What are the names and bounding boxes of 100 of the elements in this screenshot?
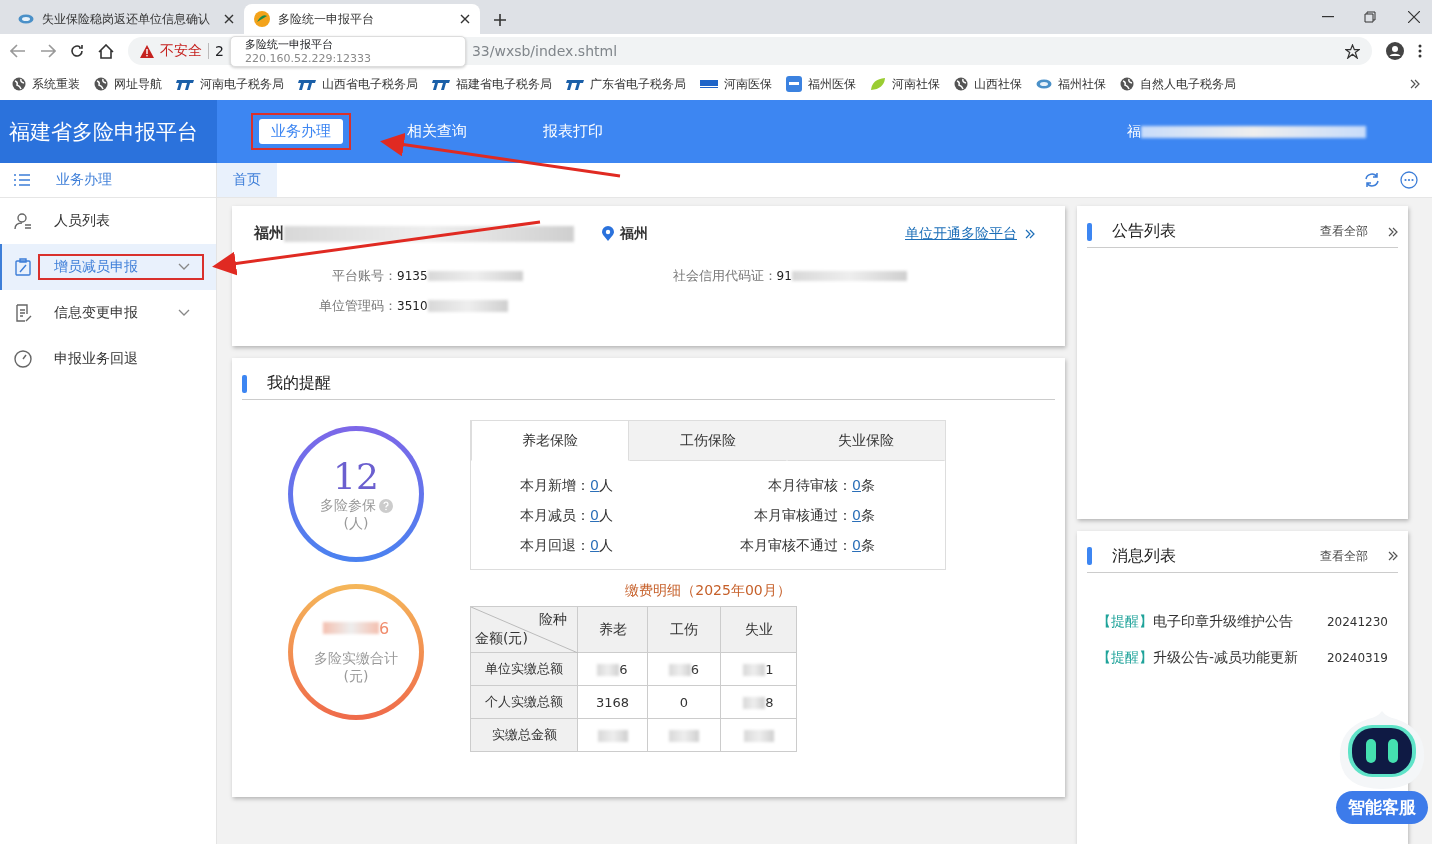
message-title[interactable]: 升级公告-减员功能更新: [1153, 648, 1327, 667]
stat-value[interactable]: 0: [852, 477, 861, 495]
view-all-link[interactable]: 查看全部: [1320, 223, 1368, 240]
sidebar-item[interactable]: 信息变更申报: [0, 290, 216, 336]
nav-tab[interactable]: 业务办理: [259, 119, 343, 144]
city-name: 福州: [620, 224, 648, 243]
stat-value[interactable]: 0: [852, 507, 861, 525]
chevron-down-icon: [178, 263, 190, 271]
sidebar-label: 申报业务回退: [54, 350, 138, 368]
bookmark[interactable]: 河南医保: [724, 75, 772, 93]
stat-label: 本月待审核：: [768, 477, 853, 495]
bookmark[interactable]: 福州社保: [1058, 75, 1106, 93]
insurance-tab[interactable]: 工伤保险: [629, 421, 787, 461]
sidebar-item[interactable]: 申报业务回退: [0, 336, 216, 382]
globe-icon: [954, 77, 968, 91]
account-icon[interactable]: [1386, 42, 1404, 60]
bookmark[interactable]: 网址导航: [114, 75, 162, 93]
browser-tab[interactable]: 失业保险稳岗返还单位信息确认: [8, 4, 244, 34]
field-value: 91: [776, 269, 792, 283]
close-icon[interactable]: [460, 14, 470, 24]
location-pin-icon: [602, 226, 614, 241]
more-icon[interactable]: [1400, 171, 1418, 189]
forward-icon[interactable]: [40, 44, 56, 58]
table-cell: 6: [619, 661, 628, 677]
stat-unit: 条: [861, 507, 875, 525]
card-title: 消息列表: [1112, 545, 1177, 567]
restore-icon[interactable]: [1364, 11, 1376, 23]
leaf-icon: [870, 77, 886, 91]
stat-unit: 条: [861, 477, 875, 495]
message-tag: 【提醒】: [1097, 648, 1153, 667]
refresh-icon[interactable]: [1364, 172, 1380, 188]
stat-unit: 人: [599, 477, 613, 495]
insurance-logo-icon: [786, 76, 802, 92]
bookmark[interactable]: 系统重装: [32, 75, 80, 93]
header-label: 金额(元): [475, 630, 528, 648]
bookmark[interactable]: 河南电子税务局: [200, 75, 284, 93]
stat-unit: 人: [599, 507, 613, 525]
nav-tab[interactable]: 报表打印: [531, 119, 615, 144]
bookmark[interactable]: 广东省电子税务局: [590, 75, 686, 93]
bookmark[interactable]: 河南社保: [892, 75, 940, 93]
message-tag: 【提醒】: [1097, 612, 1153, 631]
bookmark[interactable]: 福州医保: [808, 75, 856, 93]
message-title[interactable]: 电子印章升级维护公告: [1153, 612, 1327, 631]
sidebar-item[interactable]: 人员列表: [0, 198, 216, 244]
reload-icon[interactable]: [70, 44, 84, 58]
site-logo-icon: [254, 11, 270, 27]
view-all-link[interactable]: 查看全部: [1320, 547, 1368, 565]
blurred-area: [322, 622, 379, 634]
field-label: 社会信用代码证：: [672, 267, 777, 285]
stat-value[interactable]: 0: [590, 507, 599, 525]
ring-unit: (元): [343, 667, 369, 686]
table-cell: 3168: [595, 694, 630, 710]
ring-label: 多险实缴合计: [314, 649, 398, 668]
ring-label: 多险参保: [319, 496, 376, 515]
nav-tab[interactable]: 相关查询: [395, 119, 479, 144]
message-date: 20241230: [1326, 614, 1388, 629]
close-icon[interactable]: [224, 14, 234, 24]
home-icon[interactable]: [98, 43, 114, 59]
stat-value[interactable]: 0: [590, 477, 599, 495]
tab-title: 多险统一申报平台: [278, 10, 375, 28]
minimize-icon[interactable]: [1322, 16, 1334, 18]
double-chevron-icon: [1025, 228, 1035, 239]
message-date: 20240319: [1326, 650, 1388, 665]
bookmark[interactable]: 自然人电子税务局: [1140, 75, 1236, 93]
stat-label: 本月审核通过：: [754, 507, 853, 525]
double-chevron-icon: [1388, 551, 1398, 561]
table-row-header: 个人实缴总额: [470, 685, 578, 719]
field-value: 3510: [397, 299, 428, 313]
back-icon[interactable]: [10, 44, 26, 58]
bookmark[interactable]: 福建省电子税务局: [456, 75, 552, 93]
close-icon[interactable]: [1408, 11, 1420, 23]
social-security-logo-icon: [1036, 79, 1052, 89]
browser-tab[interactable]: 多险统一申报平台: [244, 4, 480, 34]
stat-value[interactable]: 0: [590, 537, 599, 555]
sidebar-item[interactable]: 增员减员申报: [0, 244, 216, 290]
insurance-tab[interactable]: 失业保险: [787, 421, 945, 461]
customer-service-button[interactable]: 智能客服: [1336, 791, 1428, 824]
open-platform-link[interactable]: 单位开通多险平台: [905, 224, 1017, 243]
tax-logo-icon: [298, 78, 316, 90]
sidebar-label: 人员列表: [54, 212, 110, 230]
card-title: 我的提醒: [267, 373, 332, 394]
sidebar-heading: 业务办理: [56, 171, 112, 189]
double-chevron-icon: [1388, 226, 1398, 237]
new-tab-icon[interactable]: [494, 14, 506, 26]
star-icon[interactable]: [1345, 43, 1360, 59]
menu-icon[interactable]: [1418, 44, 1422, 58]
breadcrumb-tab[interactable]: 首页: [217, 163, 277, 197]
tooltip-url: 220.160.52.229:12333: [244, 52, 373, 66]
stat-unit: 条: [861, 537, 875, 555]
tax-logo-icon: [566, 78, 584, 90]
bookmark[interactable]: 山西社保: [974, 75, 1022, 93]
insurance-tab[interactable]: 养老保险: [471, 421, 629, 461]
address-bar[interactable]: 不安全 2 多险统一申报平台 220.160.52.229:12333 33/wxsb/index.shtml: [128, 37, 1372, 65]
field-label: 单位管理码：: [319, 298, 397, 313]
bookmark[interactable]: 山西省电子税务局: [322, 75, 418, 93]
table-title: 缴费明细（2025年00月）: [625, 582, 791, 598]
security-status: 不安全: [160, 42, 202, 60]
stat-value[interactable]: 0: [852, 537, 861, 555]
paid-total: 6: [378, 618, 390, 638]
globe-icon: [94, 77, 108, 91]
